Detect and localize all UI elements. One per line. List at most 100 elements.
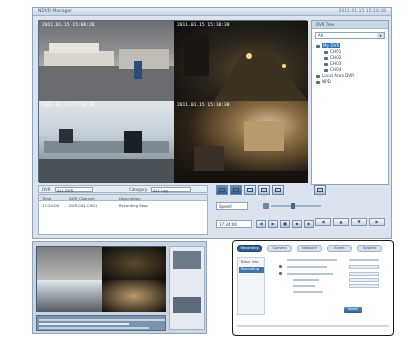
rewind-button[interactable]: ◀ [256,220,266,228]
mini-video-tile [37,247,102,280]
camera-icon [324,56,328,60]
form-section-heading [349,259,379,261]
form-input[interactable] [349,278,379,282]
speed-select[interactable]: Speed [216,202,248,210]
mini-preview [173,251,201,269]
office-scene [39,129,174,183]
mini-video-tile [102,247,166,280]
warehouse-scene [39,43,174,101]
mini-video-grid [36,246,166,312]
tree-item-channel[interactable]: CH03 [324,61,341,66]
dvr-group-value: All [318,33,323,38]
layout-2x2-button[interactable] [230,185,242,195]
apply-button[interactable]: Apply [344,307,362,313]
column-header-channel[interactable]: DVR_Channel [69,196,95,201]
time-value: 17:24:00 [219,222,237,227]
camera-icon [324,62,328,66]
tree-item-npd[interactable]: NPD [316,79,331,84]
form-input[interactable] [349,272,379,276]
tree-item-channel[interactable]: CH04 [324,67,341,72]
mini-video-tile [37,280,102,312]
tab-recording[interactable]: Recording [237,245,262,252]
video-tile-2[interactable]: 2011.01.15 15:10:38 [174,21,308,101]
video-tile-1[interactable]: 2011.01.15 15:06:28 [39,21,174,101]
speed-value: Speed [219,204,232,209]
settings-form: Apply [269,257,389,315]
layout-custom-button[interactable] [272,185,284,195]
table-row[interactable]: 17:24:00 DVR-001-CH01 Recording Stop [39,202,207,208]
log-filter-bar: DVR ALL DVR Category ALL Log [38,185,208,193]
slider-handle[interactable] [291,203,295,209]
panel-header-label: DVR Tree [316,22,335,27]
window-title: NDVR Manager [38,9,73,14]
form-label [293,291,323,293]
mini-side-panel [169,246,205,330]
column-header-description[interactable]: Description [119,196,141,201]
tab-camera[interactable]: Camera [267,245,292,252]
radio-button[interactable] [279,265,282,268]
form-label [287,266,327,268]
clock-display: 2011.01.15 15:10:38 [338,9,386,14]
form-slider[interactable] [349,284,379,288]
slider-track [271,205,321,207]
time-select[interactable]: 17:24:00 [216,220,252,228]
video-tile-4[interactable]: 2011.01.15 15:10:38 [174,101,308,183]
layout-3x3-button[interactable] [244,185,256,195]
chevron-down-icon[interactable]: ▾ [377,33,384,38]
form-section-heading [287,259,337,261]
bottom-control-area: DVR ALL DVR Category ALL Log Time DVR_Ch… [38,185,388,237]
night-street-scene [184,36,308,101]
mini-video-tile [102,280,166,312]
volume-slider[interactable] [263,203,323,209]
timeline-track [39,323,129,325]
window-titlebar: NDVR Manager 2011.01.15 15:10:38 [33,8,391,16]
pause-button[interactable]: ◆ [292,220,302,228]
camera-icon [324,68,328,72]
video-grid: 2011.01.15 15:06:28 2011.01.15 15:10:38 … [38,20,308,183]
folder-icon [316,74,320,78]
ndvr-main-window: NDVR Manager 2011.01.15 15:10:38 2011.01… [32,7,392,239]
mini-preview [173,297,201,313]
tab-system[interactable]: System [357,245,382,252]
play-button[interactable]: ▶ [268,220,278,228]
tab-event[interactable]: Event [327,245,352,252]
radio-button[interactable] [279,272,282,275]
category-filter-select[interactable]: ALL Log [151,187,191,193]
cell-time: 17:24:00 [42,203,60,208]
panel-header: DVR Tree [312,21,388,29]
fast-forward-button[interactable]: ▶ [304,220,314,228]
dvr-tree-panel: DVR Tree All ▾ My DVR CH01 CH02 CH03 CH0… [311,20,389,185]
event-log-table: Time DVR_Channel Description 17:24:00 DV… [38,194,208,235]
column-header-time[interactable]: Time [42,196,51,201]
tree-item-channel[interactable]: CH01 [324,49,341,54]
timeline-track [39,327,149,329]
speaker-icon [263,203,269,209]
form-input[interactable] [349,265,379,269]
video-tile-3[interactable]: 2011.01.15 15:10:38 [39,101,174,183]
tab-network[interactable]: Network [297,245,322,252]
dvr-filter-select[interactable]: ALL DVR [55,187,93,193]
tree-item-my-dvr[interactable]: My DVR [316,43,341,48]
folder-icon [316,80,320,84]
dvr-group-select[interactable]: All ▾ [315,32,385,39]
layout-selector [216,185,336,197]
timeline-track [39,319,165,321]
stop-button[interactable]: ■ [280,220,290,228]
cell-channel: DVR-001-CH01 [69,203,98,208]
nav-item-basic-info[interactable]: Basic Info [239,260,264,266]
settings-footer [237,325,389,327]
table-header: Time DVR_Channel Description [39,195,207,201]
playback-window-thumbnail [32,241,207,334]
form-label [287,273,333,275]
mini-timeline[interactable] [36,315,166,331]
tree-item-channel[interactable]: CH02 [324,55,341,60]
cell-description: Recording Stop [119,203,148,208]
tree-item-local-area-dvr[interactable]: Local Area DVR [316,73,354,78]
layout-4x4-button[interactable] [258,185,270,195]
nav-item-recording[interactable]: Recording [239,267,264,273]
fullscreen-button[interactable] [314,185,326,195]
settings-nav: Basic Info Recording [237,257,265,315]
settings-dialog: Recording Camera Network Event System Ba… [232,240,394,336]
layout-1x1-button[interactable] [216,185,228,195]
category-filter-label: Category [129,187,148,192]
